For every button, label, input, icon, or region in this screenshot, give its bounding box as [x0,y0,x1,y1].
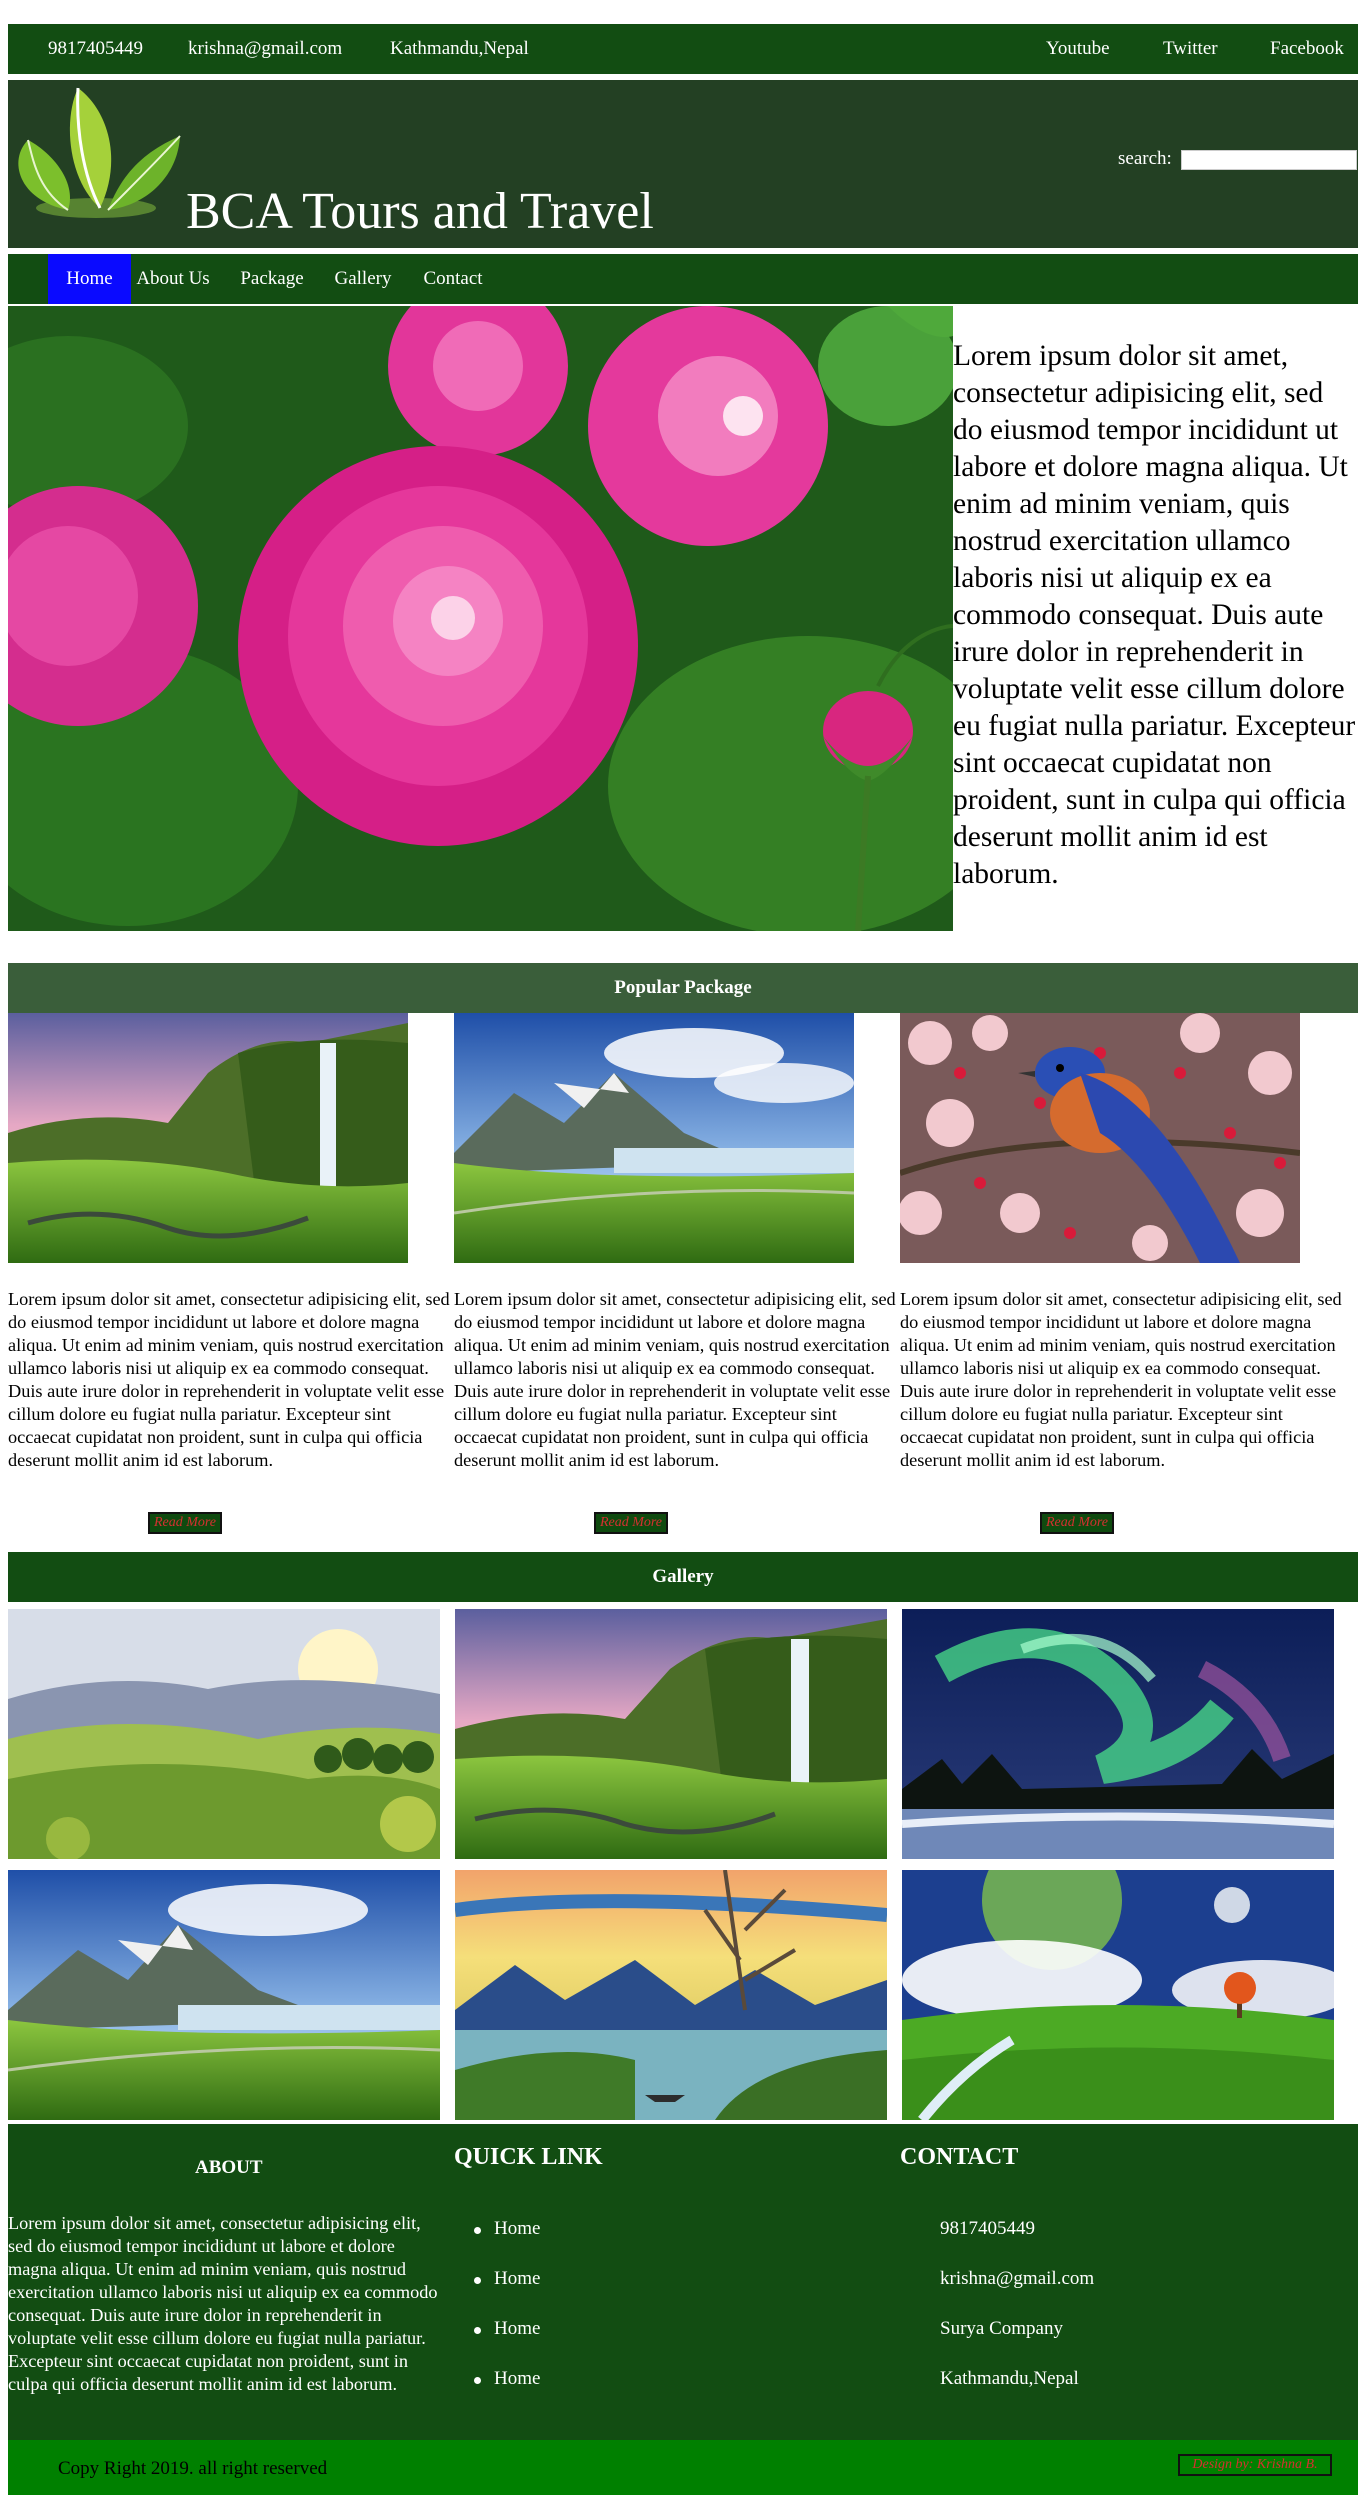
bullet-icon [474,2327,481,2334]
package-image-bird [900,1013,1300,1263]
copyright-text: Copy Right 2019. all right reserved [58,2458,328,2479]
popular-package-heading: Popular Package [8,963,1358,1013]
gallery-image-waterfall[interactable] [455,1609,887,1859]
footer-contact-heading: CONTACT [900,2144,1019,2170]
site-title: BCA Tours and Travel [186,183,654,240]
footer-about-heading: ABOUT [195,2157,263,2178]
gallery-image-aurora[interactable] [902,1609,1334,1859]
footer-contact-location: Kathmandu,Nepal [940,2368,1079,2389]
footer-contact-email[interactable]: krishna@gmail.com [940,2268,1094,2290]
nav-about-us[interactable]: About Us [133,254,213,304]
footer-contact-company: Surya Company [940,2318,1063,2339]
gallery-image-rolling-hills[interactable] [8,1609,440,1859]
read-more-button[interactable]: Read More [1040,1512,1114,1534]
copyright-bar: Copy Right 2019. all right reserved Desi… [8,2440,1358,2495]
nav-contact[interactable]: Contact [418,254,488,304]
footer-link-home[interactable]: Home [494,2268,540,2290]
hero-roses-image [8,306,953,931]
topbar-location: Kathmandu,Nepal [390,38,529,59]
site-footer: ABOUT Lorem ipsum dolor sit amet, consec… [8,2124,1358,2440]
package-description: Lorem ipsum dolor sit amet, consectetur … [900,1289,1342,1470]
footer-link-home[interactable]: Home [494,2318,540,2340]
nav-home[interactable]: Home [48,254,131,304]
top-contact-bar: 9817405449 krishna@gmail.com Kathmandu,N… [8,24,1358,74]
footer-about-text: Lorem ipsum dolor sit amet, consectetur … [8,2213,438,2394]
footer-link-home[interactable]: Home [494,2218,540,2240]
bullet-icon [474,2277,481,2284]
search-label: search: [1118,148,1172,169]
read-more-button[interactable]: Read More [148,1512,222,1534]
youtube-link[interactable]: Youtube [1046,38,1110,60]
hero-description: Lorem ipsum dolor sit amet, consectetur … [953,340,1356,890]
search-input[interactable] [1181,150,1357,170]
designer-credit: Design by: Krishna B. [1178,2454,1332,2476]
footer-quick-link-heading: QUICK LINK [454,2144,603,2170]
package-description: Lorem ipsum dolor sit amet, consectetur … [8,1289,450,1470]
site-header: BCA Tours and Travel search: [8,80,1358,248]
package-image-mountain [454,1013,854,1263]
nav-gallery[interactable]: Gallery [330,254,396,304]
topbar-phone: 9817405449 [48,38,143,59]
bullet-icon [474,2377,481,2384]
footer-contact-phone: 9817405449 [940,2218,1035,2239]
main-nav: Home About Us Package Gallery Contact [8,254,1358,304]
gallery-heading: Gallery [8,1552,1358,1602]
footer-link-home[interactable]: Home [494,2368,540,2390]
gallery-image-mountain[interactable] [8,1870,440,2120]
bullet-icon [474,2227,481,2234]
gallery-image-painted-lake[interactable] [455,1870,887,2120]
gallery-image-green-field[interactable] [902,1870,1334,2120]
package-image-waterfall [8,1013,408,1263]
twitter-link[interactable]: Twitter [1163,38,1218,60]
leaf-logo-icon [8,80,183,228]
read-more-button[interactable]: Read More [594,1512,668,1534]
topbar-email[interactable]: krishna@gmail.com [188,38,342,60]
package-description: Lorem ipsum dolor sit amet, consectetur … [454,1289,896,1470]
nav-package[interactable]: Package [236,254,308,304]
facebook-link[interactable]: Facebook [1270,38,1344,60]
